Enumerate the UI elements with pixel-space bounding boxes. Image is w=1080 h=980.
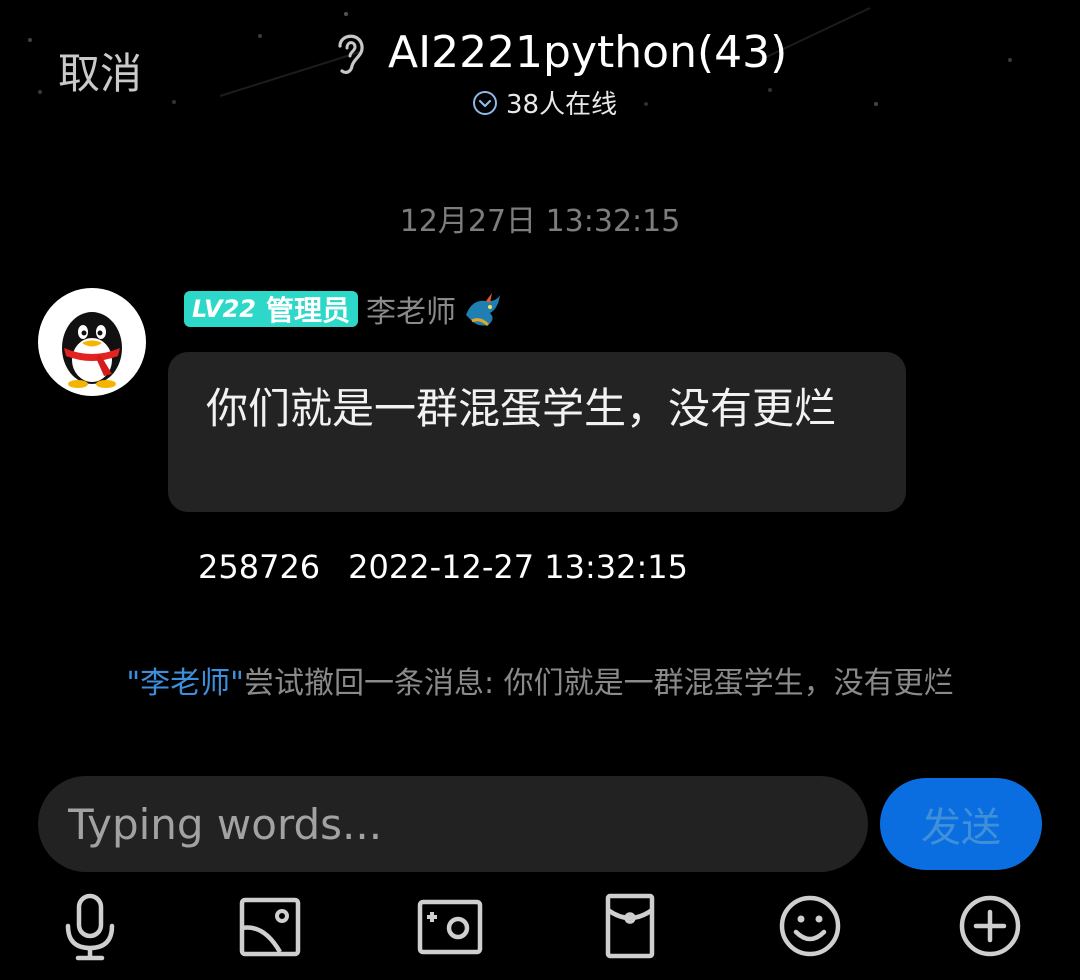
send-button[interactable]: 发送 [880,778,1042,870]
message-datetime: 2022-12-27 13:32:15 [348,548,689,586]
online-count: 38人在线 [506,90,618,120]
camera-icon[interactable] [414,890,486,962]
level-badge: LV22 管理员 [184,291,358,327]
avatar[interactable] [38,288,146,396]
sender-name[interactable]: 李老师 [366,287,456,331]
ear-icon[interactable] [330,26,370,78]
dragon-badge-icon [465,293,500,327]
cancel-button[interactable]: 取消 [58,40,142,101]
role-label: 管理员 [265,294,350,327]
message-input-container[interactable] [38,776,868,872]
recall-sender-link[interactable]: 李老师 [140,666,230,701]
sender-row: LV22 管理员 李老师 [184,287,504,331]
message-id: 258726 [198,548,321,586]
level-label: LV22 [192,295,256,323]
red-packet-icon[interactable] [594,890,666,962]
message-bubble[interactable]: 你们就是一群混蛋学生，没有更烂 [168,352,906,512]
bottom-toolbar [0,890,1080,970]
plus-icon[interactable] [954,890,1026,962]
chevron-down-icon [473,90,497,115]
emoji-icon[interactable] [774,890,846,962]
recall-quote-open: " [126,666,141,701]
recall-text: 尝试撤回一条消息: 你们就是一群混蛋学生，没有更烂 [243,666,954,701]
chat-header: 取消 AI2221python(43) 38人在线 [0,0,1080,130]
recall-quote-close: " [230,666,244,701]
image-icon[interactable] [234,890,306,962]
online-status[interactable]: 38人在线 [472,84,617,121]
message-timestamp: 12月27日 13:32:15 [399,204,681,239]
message-input[interactable] [68,799,838,849]
title-row: AI2221python(43) [330,22,787,82]
message-meta: 258726 2022-12-27 13:32:15 [198,548,688,586]
chat-title[interactable]: AI2221python(43) [388,27,787,78]
recall-notice: "李老师"尝试撤回一条消息: 你们就是一群混蛋学生，没有更烂 [0,658,1080,702]
microphone-icon[interactable] [54,890,126,962]
penguin-avatar-icon [62,312,122,388]
